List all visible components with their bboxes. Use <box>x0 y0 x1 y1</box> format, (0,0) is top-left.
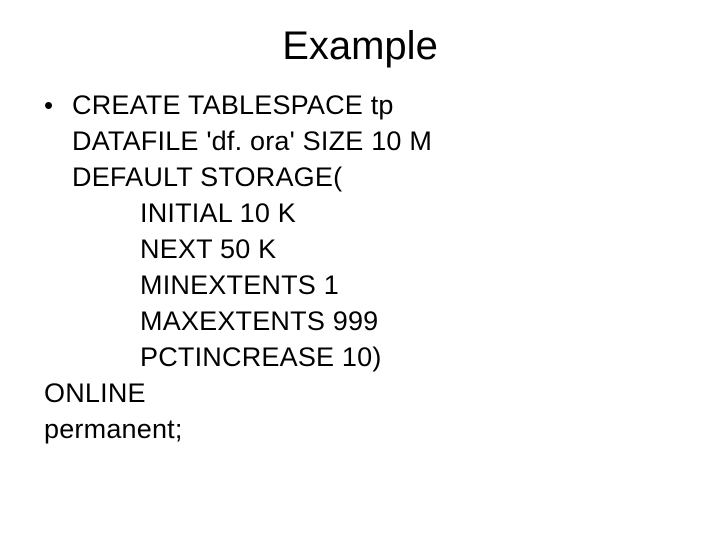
code-line-2: DATAFILE 'df. ora' SIZE 10 M <box>44 123 676 159</box>
code-line-6: MINEXTENTS 1 <box>44 267 676 303</box>
code-line-4: INITIAL 10 K <box>44 195 676 231</box>
code-line-10: permanent; <box>44 411 676 447</box>
bullet-icon: • <box>44 87 72 123</box>
code-line-8: PCTINCREASE 10) <box>44 339 676 375</box>
code-line-5: NEXT 50 K <box>44 231 676 267</box>
code-line-7: MAXEXTENTS 999 <box>44 303 676 339</box>
code-line-1: CREATE TABLESPACE tp <box>72 87 394 123</box>
bullet-item: • CREATE TABLESPACE tp <box>44 87 676 123</box>
slide-content: • CREATE TABLESPACE tp DATAFILE 'df. ora… <box>0 87 720 447</box>
code-line-9: ONLINE <box>44 375 676 411</box>
code-line-3: DEFAULT STORAGE( <box>44 159 676 195</box>
slide-title: Example <box>0 0 720 87</box>
